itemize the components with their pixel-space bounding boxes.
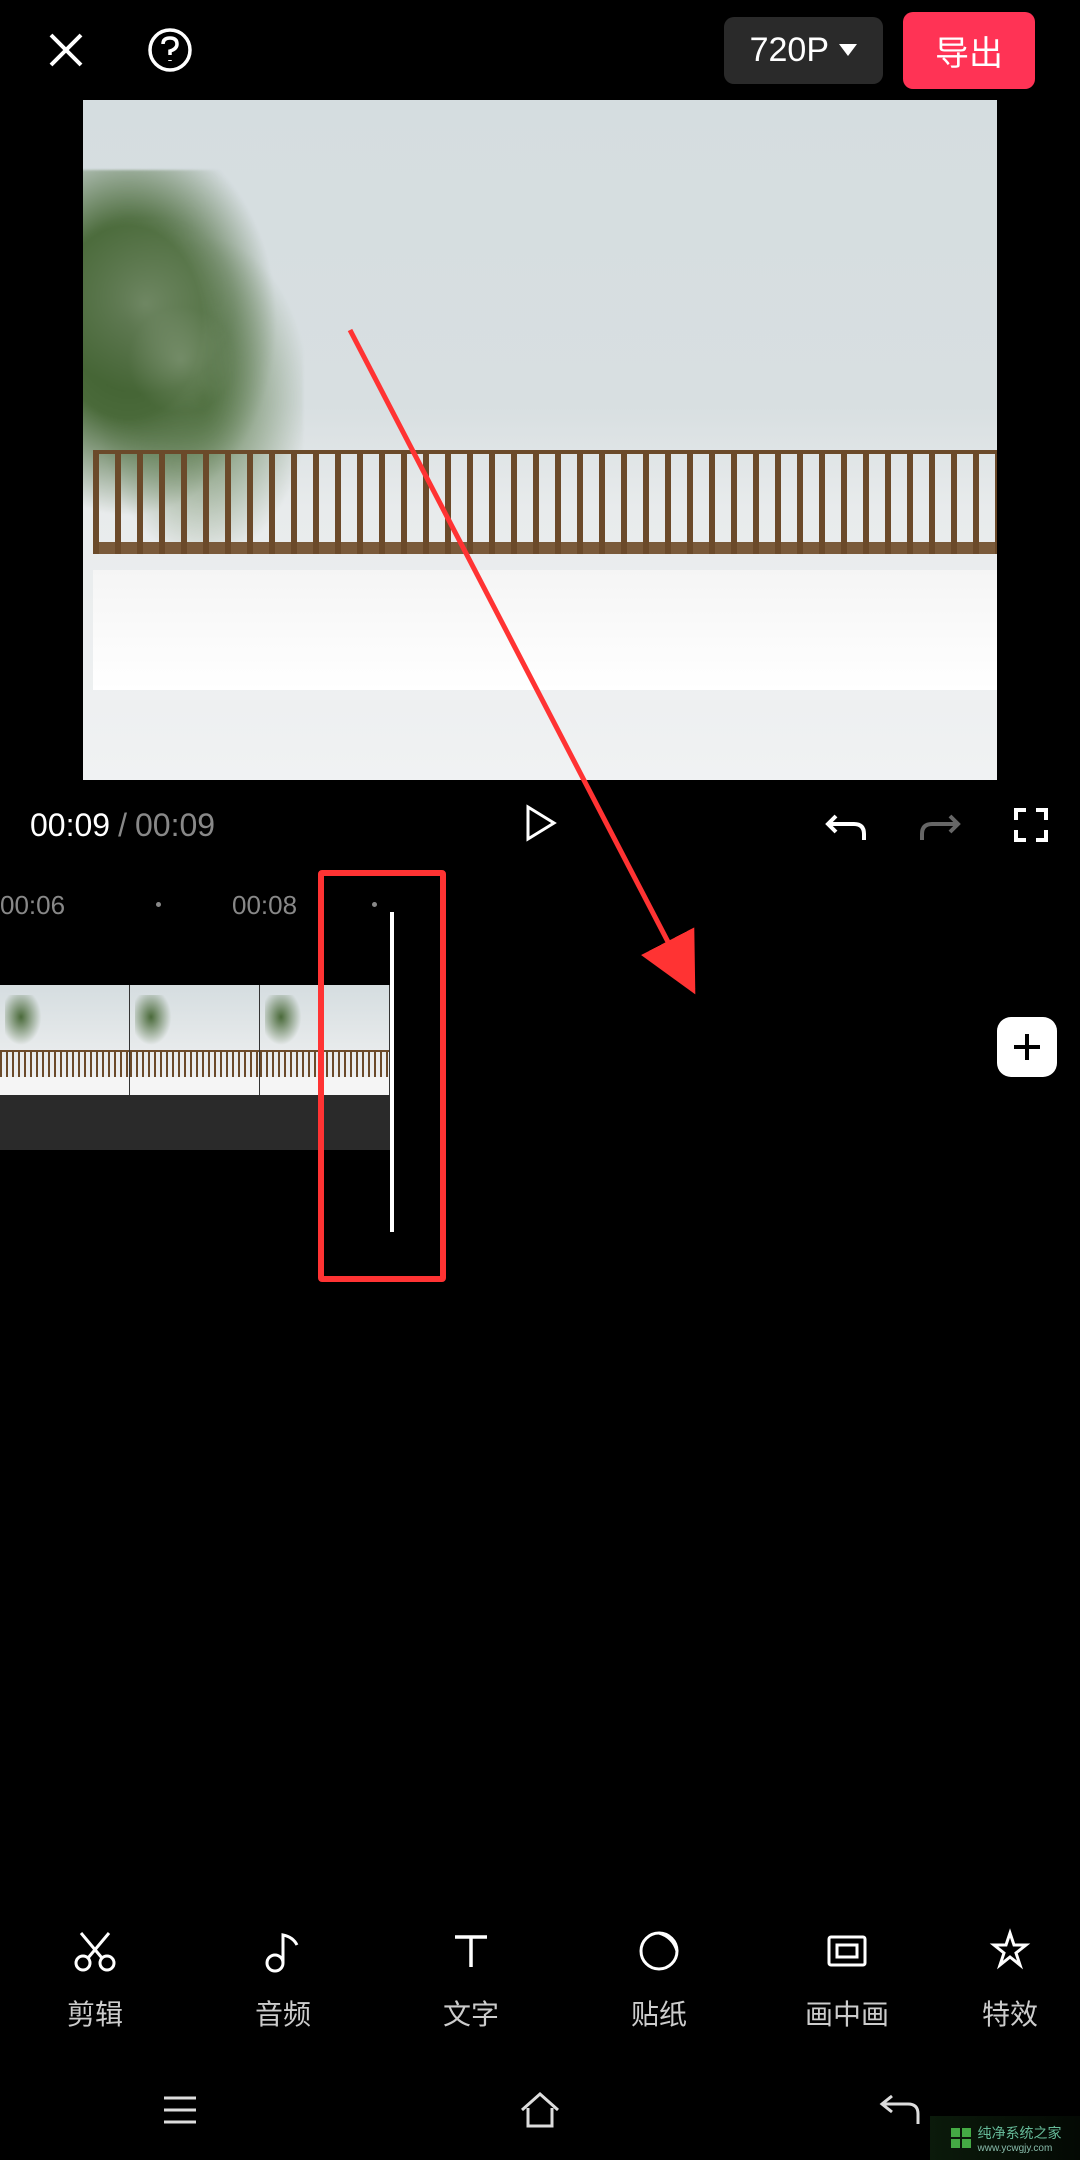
playhead[interactable] bbox=[390, 912, 394, 1232]
tool-label: 音频 bbox=[255, 1993, 311, 2033]
video-track[interactable] bbox=[0, 985, 1080, 1095]
time-ruler: 00:06 00:08 bbox=[0, 880, 1080, 930]
text-icon bbox=[447, 1927, 495, 1975]
total-time: 00:09 bbox=[135, 807, 215, 844]
export-button[interactable]: 导出 bbox=[903, 12, 1035, 89]
time-separator: / bbox=[118, 807, 127, 844]
time-display: 00:09 / 00:09 bbox=[30, 807, 215, 844]
fullscreen-button[interactable] bbox=[1012, 806, 1050, 844]
tool-sticker[interactable]: 贴纸 bbox=[594, 1927, 724, 2033]
tool-label: 画中画 bbox=[805, 1993, 889, 2033]
undo-button[interactable] bbox=[824, 806, 868, 844]
editor-header: 720P 导出 bbox=[0, 0, 1080, 100]
resolution-value: 720P bbox=[750, 31, 829, 70]
watermark-text: 纯净系统之家 bbox=[978, 2123, 1062, 2143]
watermark-url: www.ycwgjy.com bbox=[978, 2143, 1062, 2154]
clip-thumbnail[interactable] bbox=[0, 985, 130, 1095]
preview-frame bbox=[83, 100, 997, 780]
help-icon[interactable] bbox=[147, 27, 193, 73]
pip-icon bbox=[823, 1927, 871, 1975]
play-button[interactable] bbox=[522, 803, 558, 848]
redo-button bbox=[918, 806, 962, 844]
plus-icon bbox=[1010, 1030, 1044, 1064]
header-right: 720P 导出 bbox=[724, 12, 1035, 89]
play-icon bbox=[522, 803, 558, 843]
timeline[interactable]: 00:06 00:08 bbox=[0, 880, 1080, 1310]
tool-pip[interactable]: 画中画 bbox=[782, 1927, 912, 2033]
tool-label: 特效 bbox=[982, 1993, 1038, 2033]
ruler-tick: 00:06 bbox=[0, 890, 65, 921]
export-label: 导出 bbox=[935, 35, 1003, 73]
back-icon[interactable] bbox=[872, 2082, 928, 2138]
system-nav-bar bbox=[0, 2060, 1080, 2160]
sticker-icon bbox=[635, 1927, 683, 1975]
video-preview[interactable] bbox=[0, 100, 1080, 780]
tool-label: 贴纸 bbox=[631, 1993, 687, 2033]
tool-text[interactable]: 文字 bbox=[406, 1927, 536, 2033]
add-clip-button[interactable] bbox=[997, 1017, 1057, 1077]
playhead-highlight-annotation bbox=[318, 870, 446, 1282]
scissors-icon bbox=[71, 1927, 119, 1975]
close-icon[interactable] bbox=[45, 29, 87, 71]
ruler-dot bbox=[156, 902, 161, 907]
header-left bbox=[45, 27, 193, 73]
tool-label: 文字 bbox=[443, 1993, 499, 2033]
bottom-toolbar: 剪辑 音频 文字 贴纸 画中画 特效 bbox=[0, 1900, 1080, 2060]
menu-icon[interactable] bbox=[152, 2082, 208, 2138]
resolution-selector[interactable]: 720P bbox=[724, 17, 883, 84]
tool-effects[interactable]: 特效 bbox=[970, 1927, 1050, 2033]
watermark-logo-icon bbox=[949, 2126, 973, 2150]
home-icon[interactable] bbox=[512, 2082, 568, 2138]
current-time: 00:09 bbox=[30, 807, 110, 844]
effects-icon bbox=[986, 1927, 1034, 1975]
ruler-tick: 00:08 bbox=[232, 890, 297, 921]
clip-thumbnail[interactable] bbox=[130, 985, 260, 1095]
tool-label: 剪辑 bbox=[67, 1993, 123, 2033]
playback-controls: 00:09 / 00:09 bbox=[0, 780, 1080, 870]
chevron-down-icon bbox=[839, 44, 857, 56]
tool-edit[interactable]: 剪辑 bbox=[30, 1927, 160, 2033]
music-note-icon bbox=[259, 1927, 307, 1975]
watermark: 纯净系统之家 www.ycwgjy.com bbox=[930, 2116, 1080, 2160]
tool-audio[interactable]: 音频 bbox=[218, 1927, 348, 2033]
